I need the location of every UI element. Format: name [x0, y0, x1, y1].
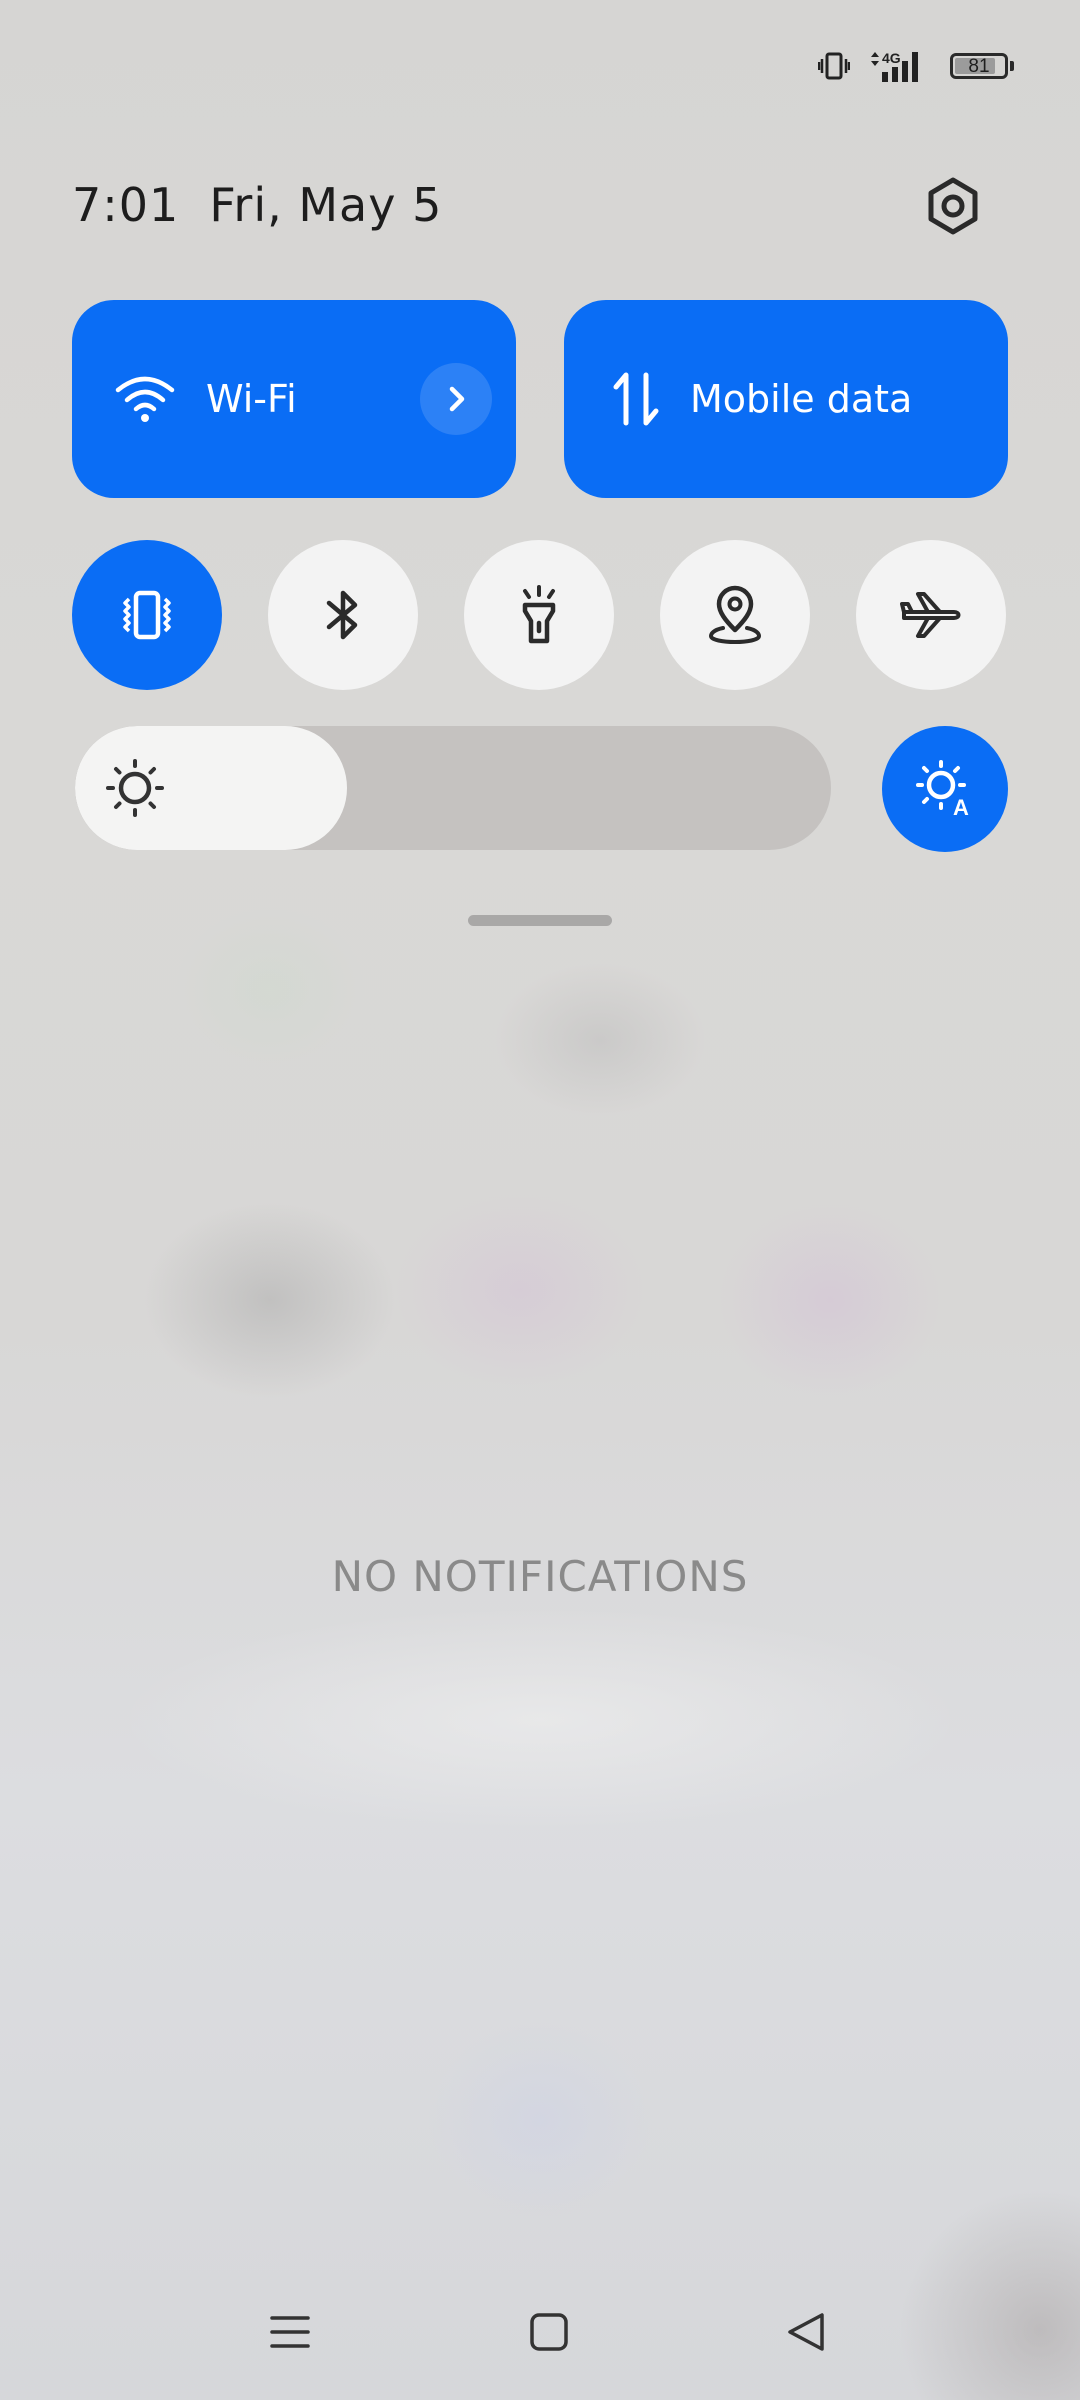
flashlight-icon: [522, 585, 556, 644]
airplane-mode-toggle[interactable]: [856, 540, 1006, 690]
wifi-label: Wi-Fi: [206, 377, 297, 421]
location-icon: [708, 585, 762, 645]
svg-text:4G: 4G: [882, 50, 901, 66]
flashlight-toggle[interactable]: [464, 540, 614, 690]
auto-brightness-button[interactable]: A: [882, 726, 1008, 852]
settings-hex-icon: [928, 177, 978, 235]
wifi-more-button[interactable]: [420, 363, 492, 435]
wifi-tile[interactable]: Wi-Fi: [72, 300, 516, 498]
svg-text:A: A: [953, 795, 969, 819]
vibrate-toggle[interactable]: [72, 540, 222, 690]
auto-brightness-icon: A: [916, 760, 969, 819]
home-icon: [530, 2313, 568, 2351]
bluetooth-icon: [326, 590, 358, 640]
location-toggle[interactable]: [660, 540, 810, 690]
vibrate-status-icon: [818, 51, 850, 81]
wifi-icon: [115, 376, 175, 422]
status-bar: 4G 81: [818, 44, 1014, 88]
airplane-icon: [900, 592, 961, 638]
battery-percentage: 81: [968, 55, 990, 77]
settings-button[interactable]: [917, 170, 989, 242]
mobile-data-tile[interactable]: Mobile data: [564, 300, 1008, 498]
home-button[interactable]: [509, 2300, 589, 2364]
4g-signal-icon: 4G: [868, 48, 932, 84]
menu-icon: [270, 2316, 310, 2348]
date-label: Fri, May 5: [209, 178, 443, 232]
drag-handle[interactable]: [468, 915, 612, 926]
clock-time: 7:01: [72, 178, 180, 232]
recent-apps-button[interactable]: [250, 2300, 330, 2364]
chevron-right-icon: [449, 386, 465, 412]
back-icon: [788, 2313, 824, 2351]
time-date: 7:01 Fri, May 5: [72, 178, 442, 232]
mobile-data-label: Mobile data: [690, 377, 913, 421]
brightness-slider[interactable]: [75, 726, 831, 850]
no-notifications-text: NO NOTIFICATIONS: [331, 1552, 749, 1601]
bluetooth-toggle[interactable]: [268, 540, 418, 690]
data-arrows-icon: [613, 372, 659, 426]
battery-icon: 81: [950, 53, 1014, 79]
brightness-sun-icon: [106, 759, 164, 817]
back-button[interactable]: [766, 2300, 846, 2364]
vibrate-icon: [123, 590, 171, 640]
